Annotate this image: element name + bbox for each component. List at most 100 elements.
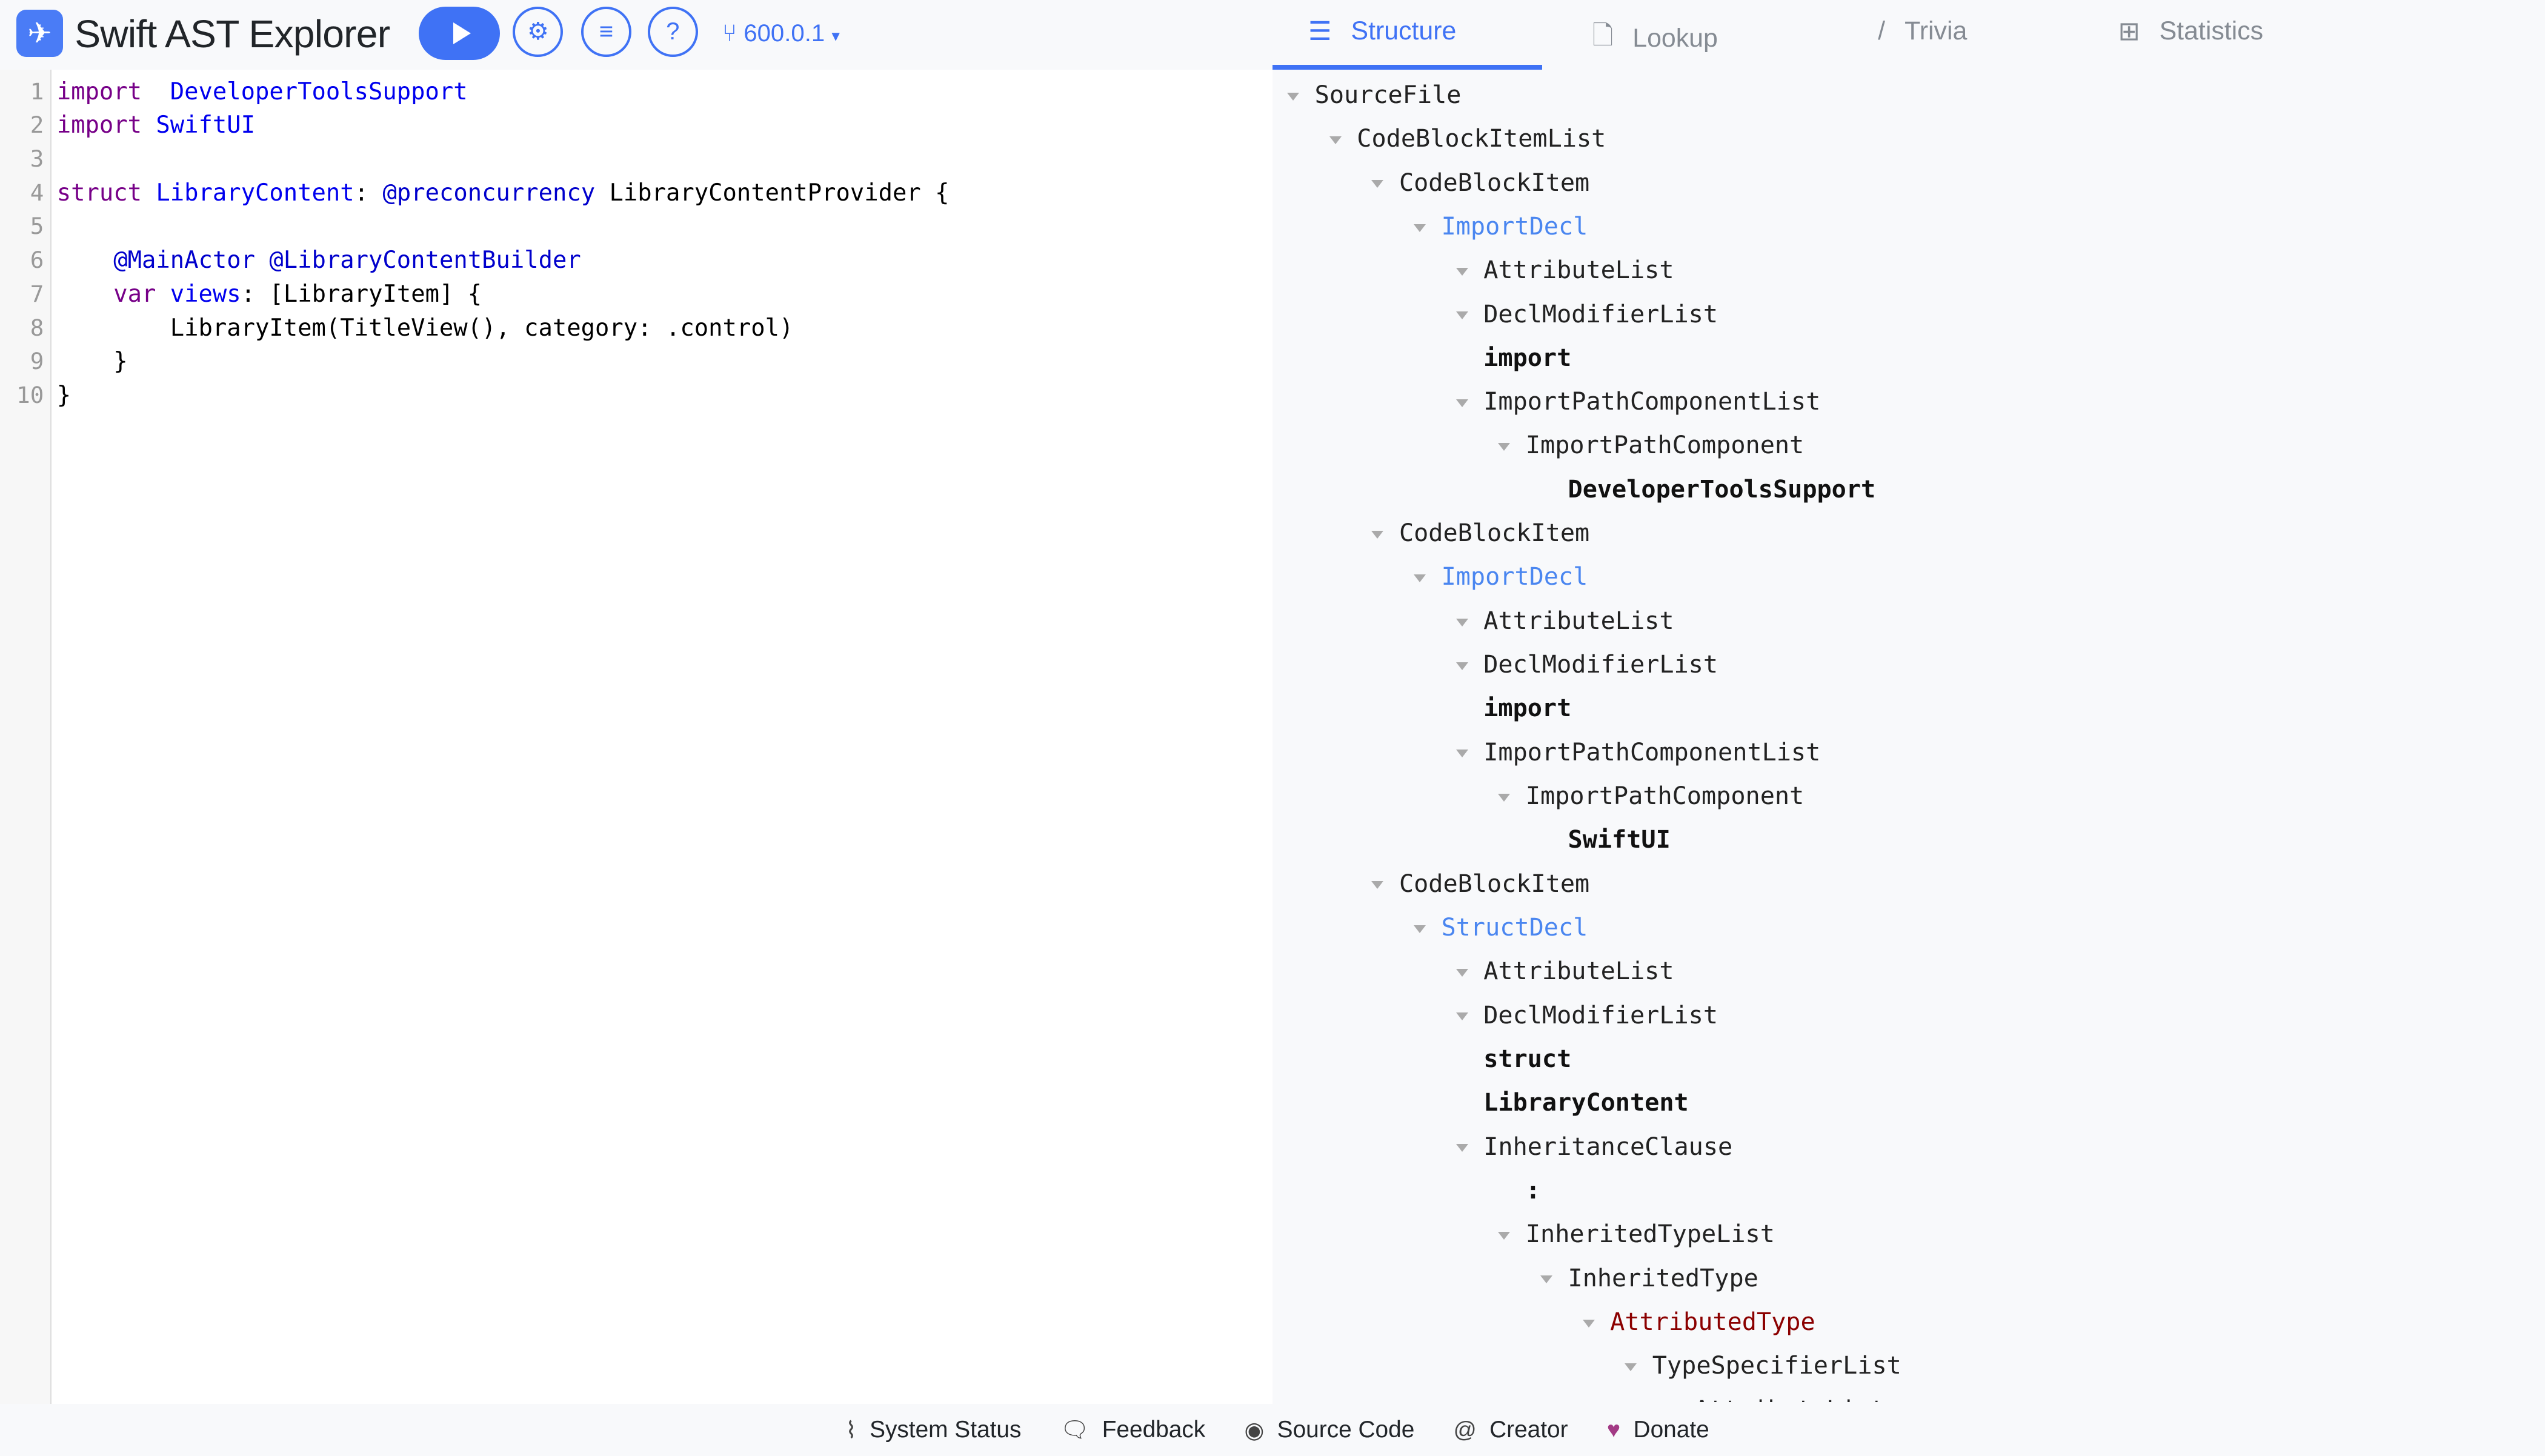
tree-node[interactable]: DeveloperToolsSupport [1568, 476, 1876, 504]
tree-node[interactable]: SwiftUI [1568, 826, 1671, 854]
tree-node[interactable]: ImportDecl [1442, 563, 1588, 591]
tree-node[interactable]: AttributeList [1483, 957, 1674, 985]
expand-toggle-icon[interactable] [1455, 618, 1468, 627]
format-button[interactable]: ≡ [581, 6, 631, 57]
expand-toggle-icon[interactable] [1455, 311, 1468, 319]
expand-toggle-icon[interactable] [1414, 574, 1426, 582]
version-label: 600.0.1 [744, 19, 825, 47]
tree-node[interactable]: InheritedTypeList [1526, 1220, 1775, 1248]
caret-down-icon: ▾ [831, 27, 840, 45]
line-number: 10 [16, 381, 44, 408]
footer-donate[interactable]: ♥ Donate [1607, 1417, 1709, 1443]
code-token: import [56, 111, 142, 139]
tree-node[interactable]: CodeBlockItem [1399, 169, 1589, 197]
expand-toggle-icon[interactable] [1371, 530, 1384, 539]
expand-toggle-icon[interactable] [1498, 443, 1511, 451]
heart-icon: ♥ [1606, 1417, 1621, 1443]
version-dropdown[interactable]: ⑂ 600.0.1 ▾ [722, 19, 840, 47]
tree-node[interactable]: TypeSpecifierList [1652, 1352, 1901, 1380]
tree-node[interactable]: DeclModifierList [1483, 301, 1718, 328]
code-line: struct LibraryContent: @preconcurrency L… [57, 179, 950, 207]
footer-creator[interactable]: @ Creator [1454, 1417, 1568, 1443]
tree-node[interactable]: DeclModifierList [1483, 1002, 1718, 1029]
tree-node[interactable]: ImportPathComponent [1526, 431, 1804, 459]
footer-system-status[interactable]: ⌇ System Status [845, 1417, 1021, 1443]
tree-node[interactable]: CodeBlockItem [1399, 519, 1589, 547]
tree-node[interactable]: import [1483, 344, 1571, 372]
active-tab-indicator [1272, 65, 1542, 70]
expand-toggle-icon[interactable] [1455, 662, 1468, 670]
expand-toggle-icon[interactable] [1329, 136, 1342, 144]
tree-node[interactable]: LibraryContent [1483, 1089, 1688, 1117]
tree-node[interactable]: InheritedType [1568, 1265, 1758, 1292]
expand-toggle-icon[interactable] [1287, 92, 1300, 101]
code-token: } [56, 348, 128, 376]
tab-structure[interactable]: ☰ Structure [1308, 16, 1456, 47]
expand-toggle-icon[interactable] [1455, 267, 1468, 276]
table-icon: ⊞ [2118, 16, 2140, 46]
expand-toggle-icon[interactable] [1414, 224, 1426, 232]
tab-bar: ☰ Structure 🗋 Lookup / Trivia ⊞ Statistics [1272, 0, 2545, 71]
help-icon: ? [666, 18, 680, 45]
line-number: 6 [30, 247, 44, 274]
tree-node[interactable]: DeclModifierList [1483, 651, 1718, 679]
tab-lookup[interactable]: 🗋 Lookup [1592, 16, 1718, 61]
footer-feedback[interactable]: 🗨 Feedback [1060, 1417, 1206, 1443]
settings-button[interactable]: ⚙ [513, 6, 564, 57]
tree-node[interactable]: SourceFile [1315, 81, 1462, 109]
expand-toggle-icon[interactable] [1455, 750, 1468, 758]
code-line: import SwiftUI [57, 111, 255, 139]
code-line: import DeveloperToolsSupport [57, 78, 468, 105]
line-number: 3 [30, 145, 44, 172]
expand-toggle-icon[interactable] [1582, 1319, 1595, 1328]
tab-label: Trivia [1905, 16, 1968, 45]
code-editor[interactable]: 1 2 3 4 5 6 7 8 9 10 import DeveloperToolsSupport… [0, 70, 1273, 1404]
tree-node[interactable]: ImportPathComponent [1526, 782, 1804, 810]
footer-source-code[interactable]: ◉ Source Code [1245, 1417, 1415, 1443]
code-token: import [56, 78, 142, 105]
help-button[interactable]: ? [647, 6, 698, 57]
line-number: 2 [30, 111, 44, 139]
tree-node[interactable]: import [1483, 694, 1571, 722]
tree-node[interactable]: CodeBlockItemList [1357, 125, 1606, 153]
run-button[interactable] [419, 6, 500, 61]
tree-node[interactable]: AttributeList [1483, 607, 1674, 635]
expand-toggle-icon[interactable] [1371, 180, 1384, 188]
expand-toggle-icon[interactable] [1455, 1012, 1468, 1021]
code-token: struct [56, 179, 142, 207]
tab-statistics[interactable]: ⊞ Statistics [2118, 16, 2263, 47]
tree-node[interactable]: CodeBlockItem [1399, 870, 1589, 898]
expand-toggle-icon[interactable] [1455, 969, 1468, 977]
expand-toggle-icon[interactable] [1371, 881, 1384, 889]
expand-toggle-icon[interactable] [1414, 925, 1426, 933]
activity-icon: ⌇ [845, 1417, 857, 1443]
expand-toggle-icon[interactable] [1625, 1363, 1637, 1371]
tree-node[interactable]: ImportPathComponentList [1483, 388, 1820, 416]
tree-node[interactable]: AttributedType [1610, 1308, 1815, 1336]
slash-icon: / [1878, 16, 1886, 45]
tree-node[interactable]: InheritanceClause [1483, 1133, 1732, 1161]
tree-node[interactable]: AttributeList [1694, 1396, 1885, 1403]
syntax-tree: SourceFile CodeBlockItemList CodeBlockItem… [1272, 71, 2545, 1402]
tree-node[interactable]: : [1526, 1177, 1540, 1205]
tab-trivia[interactable]: / Trivia [1878, 16, 1967, 46]
code-line: var views: [LibraryItem] { [57, 281, 482, 308]
feedback-icon: 🗨 [1060, 1416, 1090, 1442]
expand-toggle-icon[interactable] [1455, 1144, 1468, 1152]
tree-node[interactable]: ImportDecl [1442, 213, 1588, 241]
expand-toggle-icon[interactable] [1540, 1275, 1552, 1283]
toolbar: ✈ Swift AST Explorer ⚙ ≡ ? ⑂ 600.0.1 ▾ [0, 0, 1272, 68]
expand-toggle-icon[interactable] [1498, 1232, 1511, 1240]
tree-node[interactable]: struct [1483, 1045, 1571, 1073]
code-token: } [56, 381, 72, 409]
expand-toggle-icon[interactable] [1455, 399, 1468, 407]
swift-logo-icon: ✈ [16, 10, 64, 57]
code-token: : [LibraryItem] { [241, 280, 482, 308]
line-number: 4 [30, 179, 44, 206]
tree-node[interactable]: ImportPathComponentList [1483, 739, 1820, 766]
expand-toggle-icon[interactable] [1498, 793, 1511, 802]
gear-icon: ⚙ [527, 18, 549, 45]
tree-node[interactable]: AttributeList [1483, 256, 1674, 284]
tree-node[interactable]: StructDecl [1442, 914, 1588, 942]
